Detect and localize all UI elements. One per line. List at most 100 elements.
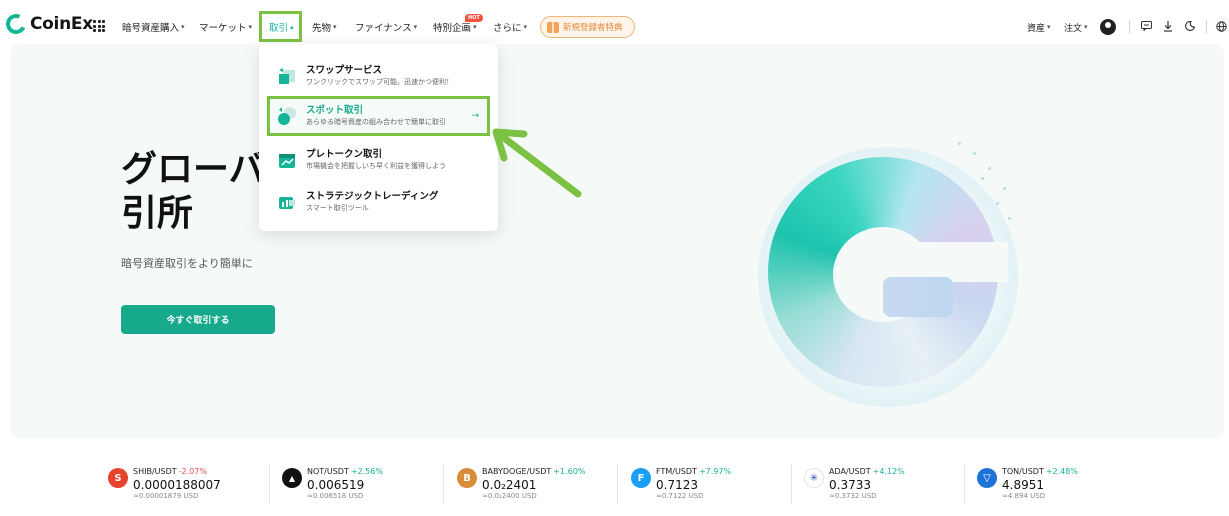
chevron-down-icon: ▾ bbox=[333, 23, 337, 31]
nav-item-label: ファイナンス bbox=[355, 23, 412, 34]
ticker-usd: ≈0.00001879 USD bbox=[133, 492, 199, 500]
ticker-usd: ≈0.006518 USD bbox=[307, 492, 364, 500]
chevron-down-icon: ▾ bbox=[181, 23, 185, 31]
globe-language-icon[interactable] bbox=[1213, 18, 1229, 34]
dropdown-item-spot-trading[interactable]: スポット取引 あらゆる暗号資産の組み合わせで簡単に取引 → bbox=[267, 96, 490, 136]
assets-label: 資産 bbox=[1027, 23, 1046, 34]
ticker-pair: BABYDOGE/USDT +1.60% bbox=[482, 467, 585, 476]
arrow-right-icon: → bbox=[471, 111, 479, 121]
ticker-pair: SHIB/USDT -2.07% bbox=[133, 467, 207, 476]
ticker-item-ton[interactable]: ▽ TON/USDT +2.48% 4.8951 ≈4.894 USD bbox=[977, 466, 1147, 506]
orders-label: 注文 bbox=[1064, 23, 1083, 34]
ticker-price: 0.0000188007 bbox=[133, 478, 221, 492]
pair-label: SHIB/USDT bbox=[133, 467, 177, 476]
nav-item-label: マーケット bbox=[199, 23, 247, 34]
nav-item-label: さらに bbox=[493, 23, 522, 34]
divider bbox=[617, 464, 618, 504]
promo-label: 新規登録者特典 bbox=[563, 23, 623, 33]
dropdown-item-pre-token[interactable]: プレトークン取引 市場機会を把握しいち早く利益を獲得しよう bbox=[267, 140, 490, 180]
ticker-item-babydoge[interactable]: B BABYDOGE/USDT +1.60% 0.0₂2401 ≈0.0₂2400… bbox=[457, 466, 627, 506]
chevron-down-icon: ▾ bbox=[473, 23, 477, 31]
swap-icon bbox=[277, 66, 297, 86]
chevron-up-icon: ▴ bbox=[290, 23, 294, 31]
strategy-icon bbox=[277, 192, 297, 212]
shib-coin-icon: S bbox=[108, 468, 128, 488]
dropdown-item-desc: 市場機会を把握しいち早く利益を獲得しよう bbox=[306, 162, 446, 170]
spot-icon bbox=[277, 106, 297, 126]
nav-item-label: 先物 bbox=[312, 23, 332, 34]
nav-item-label: 取引 bbox=[269, 23, 289, 34]
dropdown-item-strategic-trading[interactable]: ストラテジックトレーディング スマート取引ツール bbox=[267, 182, 490, 222]
dropdown-item-title: スポット取引 bbox=[306, 105, 364, 116]
download-icon[interactable] bbox=[1160, 18, 1176, 34]
ticker-price: 0.0₂2401 bbox=[482, 478, 537, 492]
ticker-usd: ≈0.0₂2400 USD bbox=[482, 492, 537, 500]
ticker-pair: TON/USDT +2.48% bbox=[1002, 467, 1078, 476]
ticker-item-ada[interactable]: ✳ ADA/USDT +4.12% 0.3733 ≈0.3732 USD bbox=[804, 466, 974, 506]
ticker-price: 0.7123 bbox=[656, 478, 698, 492]
chevron-down-icon: ▾ bbox=[1084, 23, 1088, 31]
divider bbox=[1129, 20, 1130, 34]
ton-coin-icon: ▽ bbox=[977, 468, 997, 488]
ticker-price: 0.3733 bbox=[829, 478, 871, 492]
coinex-logo-icon bbox=[3, 11, 29, 37]
chevron-down-icon: ▾ bbox=[248, 23, 253, 31]
ada-coin-icon: ✳ bbox=[804, 468, 824, 488]
chevron-down-icon: ▾ bbox=[413, 23, 418, 31]
pair-label: ADA/USDT bbox=[829, 467, 871, 476]
coinex-g-graphic bbox=[758, 142, 1018, 407]
trade-now-button[interactable]: 今すぐ取引する bbox=[121, 305, 275, 334]
hero-subtitle: 暗号資産取引をより簡単に bbox=[121, 257, 253, 270]
pair-label: BABYDOGE/USDT bbox=[482, 467, 552, 476]
dropdown-item-swap[interactable]: スワップサービス ワンクリックでスワップ可能。迅速かつ便利！ bbox=[267, 56, 490, 96]
ticker-pair: NOT/USDT +2.56% bbox=[307, 467, 383, 476]
hot-badge: HOT bbox=[465, 14, 483, 22]
dropdown-item-title: プレトークン取引 bbox=[306, 149, 383, 160]
nav-item-label: 特別企画 bbox=[433, 23, 472, 34]
dark-mode-moon-icon[interactable] bbox=[1182, 18, 1198, 34]
ticker-pair: FTM/USDT +7.97% bbox=[656, 467, 731, 476]
hero-banner bbox=[10, 44, 1224, 438]
ticker-usd: ≈0.3732 USD bbox=[829, 492, 877, 500]
ticker-item-shib[interactable]: S SHIB/USDT -2.07% 0.0000188007 ≈0.000018… bbox=[108, 466, 278, 506]
price-ticker: S SHIB/USDT -2.07% 0.0000188007 ≈0.000018… bbox=[0, 458, 1229, 508]
dropdown-item-desc: あらゆる暗号資産の組み合わせで簡単に取引 bbox=[306, 118, 446, 126]
ticker-price: 4.8951 bbox=[1002, 478, 1044, 492]
change-percent: -2.07% bbox=[178, 467, 207, 476]
divider bbox=[443, 464, 444, 504]
pair-label: TON/USDT bbox=[1002, 467, 1044, 476]
ftm-coin-icon: F bbox=[631, 468, 651, 488]
ticker-item-ftm[interactable]: F FTM/USDT +7.97% 0.7123 ≈0.7122 USD bbox=[631, 466, 801, 506]
change-percent: +2.56% bbox=[350, 467, 383, 476]
not-coin-icon: ▲ bbox=[282, 468, 302, 488]
divider bbox=[964, 464, 965, 504]
pair-label: FTM/USDT bbox=[656, 467, 697, 476]
gift-icon bbox=[547, 21, 559, 33]
nav-item-label: 暗号資産購入 bbox=[122, 23, 180, 34]
user-avatar[interactable] bbox=[1100, 19, 1116, 35]
babydoge-coin-icon: B bbox=[457, 468, 477, 488]
ticker-usd: ≈0.7122 USD bbox=[656, 492, 704, 500]
ticker-item-not[interactable]: ▲ NOT/USDT +2.56% 0.006519 ≈0.006518 USD bbox=[282, 466, 452, 506]
message-icon[interactable] bbox=[1138, 18, 1154, 34]
apps-grid-icon[interactable] bbox=[93, 20, 105, 32]
divider bbox=[269, 464, 270, 504]
ticker-price: 0.006519 bbox=[307, 478, 365, 492]
chevron-down-icon: ▾ bbox=[523, 23, 528, 31]
dropdown-item-desc: スマート取引ツール bbox=[306, 204, 369, 212]
pretoken-icon bbox=[277, 150, 297, 170]
change-percent: +1.60% bbox=[553, 467, 586, 476]
chevron-down-icon: ▾ bbox=[1047, 23, 1051, 31]
divider bbox=[1206, 20, 1207, 34]
brand-name: CoinEx bbox=[30, 14, 93, 34]
pair-label: NOT/USDT bbox=[307, 467, 349, 476]
change-percent: +4.12% bbox=[872, 467, 905, 476]
coinex-logo[interactable]: CoinEx bbox=[3, 11, 93, 37]
ticker-pair: ADA/USDT +4.12% bbox=[829, 467, 905, 476]
ticker-usd: ≈4.894 USD bbox=[1002, 492, 1046, 500]
dropdown-item-desc: ワンクリックでスワップ可能。迅速かつ便利！ bbox=[306, 78, 453, 86]
annotation-arrow-icon bbox=[492, 128, 582, 198]
dropdown-item-title: ストラテジックトレーディング bbox=[306, 191, 439, 202]
new-user-promo-button[interactable]: 新規登録者特典 bbox=[540, 16, 635, 38]
dropdown-item-title: スワップサービス bbox=[306, 65, 383, 76]
